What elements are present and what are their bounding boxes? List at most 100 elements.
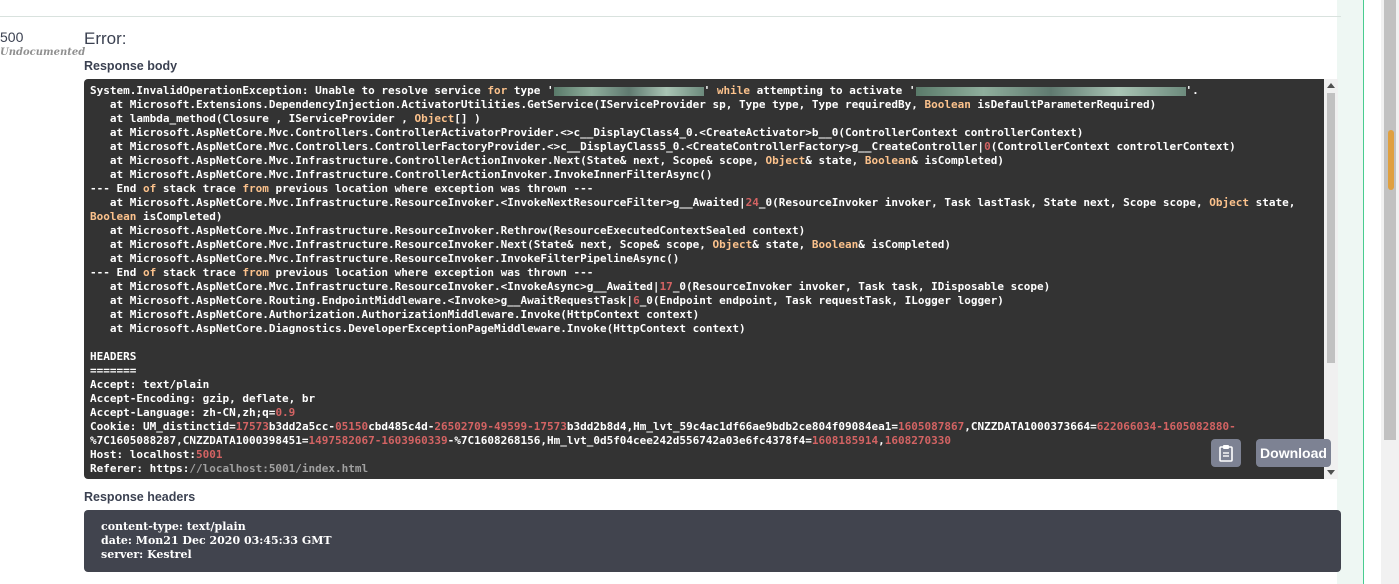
- scrollbar-thumb[interactable]: [1327, 93, 1335, 363]
- code-token: 622066034-1605082880-: [1096, 420, 1236, 433]
- code-token: type ': [507, 84, 554, 97]
- code-token: '.: [1185, 84, 1199, 97]
- code-token: --- End: [90, 182, 143, 195]
- code-token: for: [487, 84, 508, 97]
- page-scroll-indicator: [1388, 130, 1394, 190]
- code-token: [] ): [454, 112, 481, 125]
- response-status-code: 500: [0, 29, 24, 45]
- code-token: --- End: [90, 266, 143, 279]
- code-token: b3dd2a5cc-: [268, 420, 336, 433]
- code-token: at Microsoft.AspNetCore.Mvc.Controllers.…: [90, 126, 1084, 139]
- code-token: Boolean: [90, 210, 137, 223]
- code-token: at Microsoft.AspNetCore.Mvc.Infrastructu…: [90, 224, 806, 237]
- scroll-down-arrow-icon[interactable]: [1327, 470, 1335, 475]
- code-token: cbd485c4d-: [368, 420, 435, 433]
- code-token: (ControllerContext controllerContext): [990, 140, 1236, 153]
- scroll-up-arrow-icon[interactable]: [1327, 83, 1335, 88]
- code-token: attempting to activate ': [749, 84, 916, 97]
- code-token: 1497582067-1603960339: [308, 434, 448, 447]
- code-token: 6: [633, 294, 640, 307]
- code-token: at Microsoft.AspNetCore.Diagnostics.Deve…: [90, 322, 746, 335]
- code-token: isCompleted): [136, 210, 223, 223]
- header-date: date: Mon21 Dec 2020 03:45:33 GMT: [101, 534, 332, 547]
- code-token: at Microsoft.Extensions.DependencyInject…: [90, 98, 925, 111]
- code-token: Object: [765, 154, 806, 167]
- code-token: 17573: [235, 420, 269, 433]
- code-token: _0(ResourceInvoker invoker, Task lastTas…: [758, 196, 1210, 209]
- panel-right-strip: [1337, 0, 1363, 584]
- code-token: 24: [745, 196, 759, 209]
- code-token: at Microsoft.AspNetCore.Authorization.Au…: [90, 308, 700, 321]
- page-scrollbar-thumb[interactable]: [1384, 0, 1396, 440]
- code-token: 1608185914: [811, 434, 879, 447]
- code-token: Accept-Encoding: gzip, deflate, br: [90, 392, 316, 405]
- page-scrollbar[interactable]: [1381, 0, 1399, 584]
- response-body-label: Response body: [84, 59, 178, 73]
- code-token: ,CNZZDATA1000373664=: [964, 420, 1097, 433]
- code-token: at Microsoft.AspNetCore.Mvc.Infrastructu…: [90, 252, 680, 265]
- code-token: ': [703, 84, 717, 97]
- response-panel: 500 Undocumented Error: Response body Sy…: [0, 0, 1364, 584]
- code-token: Accept: text/plain: [90, 378, 210, 391]
- code-token: _0(Endpoint endpoint, Task requestTask, …: [639, 294, 1004, 307]
- code-token: of: [142, 266, 157, 279]
- code-token: 05150: [335, 420, 369, 433]
- code-token: Boolean: [864, 154, 912, 167]
- code-token: _0(ResourceInvoker invoker, Task task, I…: [672, 280, 1051, 293]
- code-token: from: [242, 266, 269, 279]
- code-token: 1605087867: [898, 420, 965, 433]
- code-token: state,: [1248, 196, 1302, 209]
- response-body-scrollbar[interactable]: [1324, 79, 1338, 479]
- code-token: Object: [414, 112, 455, 125]
- code-token: & isCompleted): [911, 154, 1004, 167]
- code-token: previous location where exception was th…: [268, 182, 594, 195]
- clipboard-icon: [1219, 445, 1233, 462]
- code-token: stack trace: [156, 182, 243, 195]
- code-token: ,: [878, 434, 885, 447]
- download-button[interactable]: Download: [1256, 439, 1331, 467]
- divider: [0, 16, 1341, 17]
- response-headers-code[interactable]: content-type: text/plain date: Mon21 Dec…: [84, 510, 1341, 572]
- header-content-type: content-type: text/plain: [101, 520, 246, 533]
- code-token: at Microsoft.AspNetCore.Routing.Endpoint…: [90, 294, 634, 307]
- code-token: 5001: [195, 448, 223, 461]
- code-token: while: [716, 84, 750, 97]
- response-body-text: System.InvalidOperationException: Unable…: [90, 84, 1320, 476]
- code-token: at Microsoft.AspNetCore.Mvc.Infrastructu…: [90, 280, 660, 293]
- response-headers-label: Response headers: [84, 490, 196, 504]
- code-token: System.InvalidOperationException: Unable…: [90, 84, 488, 97]
- code-token: 0.9: [275, 406, 296, 419]
- code-token: Boolean: [811, 238, 859, 251]
- code-token: 0: [984, 140, 991, 153]
- code-token: isDefaultParameterRequired): [970, 98, 1157, 111]
- code-token: HEADERS: [90, 350, 137, 363]
- code-token: Accept-Language: zh-CN,zh;q=: [90, 406, 276, 419]
- redacted-text: [915, 86, 1186, 96]
- code-token: & state,: [752, 238, 812, 251]
- code-token: at Microsoft.AspNetCore.Mvc.Infrastructu…: [90, 196, 746, 209]
- code-token: Referer: https:: [90, 462, 190, 475]
- error-title: Error:: [84, 29, 127, 48]
- code-token: b3dd2b8d4,Hm_lvt_59c4ac1df66ae9bdb2ce804…: [566, 420, 899, 433]
- code-token: 1608270330: [884, 434, 951, 447]
- code-token: & state,: [805, 154, 865, 167]
- code-token: Host: localhost:: [90, 448, 196, 461]
- code-token: 26502709-49599-17573: [434, 420, 567, 433]
- code-token: at lambda_method(Closure , IServiceProvi…: [90, 112, 415, 125]
- response-body-code[interactable]: System.InvalidOperationException: Unable…: [84, 79, 1338, 479]
- response-headers-text: content-type: text/plain date: Mon21 Dec…: [101, 520, 332, 562]
- header-server: server: Kestrel: [101, 548, 192, 561]
- code-token: stack trace: [156, 266, 243, 279]
- code-token: at Microsoft.AspNetCore.Mvc.Controllers.…: [90, 140, 985, 153]
- code-token: of: [142, 182, 157, 195]
- code-token: 17: [659, 280, 673, 293]
- code-token: from: [242, 182, 269, 195]
- code-token: Object: [712, 238, 753, 251]
- copy-to-clipboard-button[interactable]: [1211, 439, 1241, 467]
- code-token: =======: [90, 364, 137, 377]
- code-token: -%7C1608268156,Hm_lvt_0d5f04cee242d55674…: [447, 434, 812, 447]
- code-token: Boolean: [924, 98, 971, 111]
- code-token: at Microsoft.AspNetCore.Mvc.Infrastructu…: [90, 238, 713, 251]
- code-token: Object: [1209, 196, 1249, 209]
- code-token: //localhost:5001/index.html: [189, 462, 369, 475]
